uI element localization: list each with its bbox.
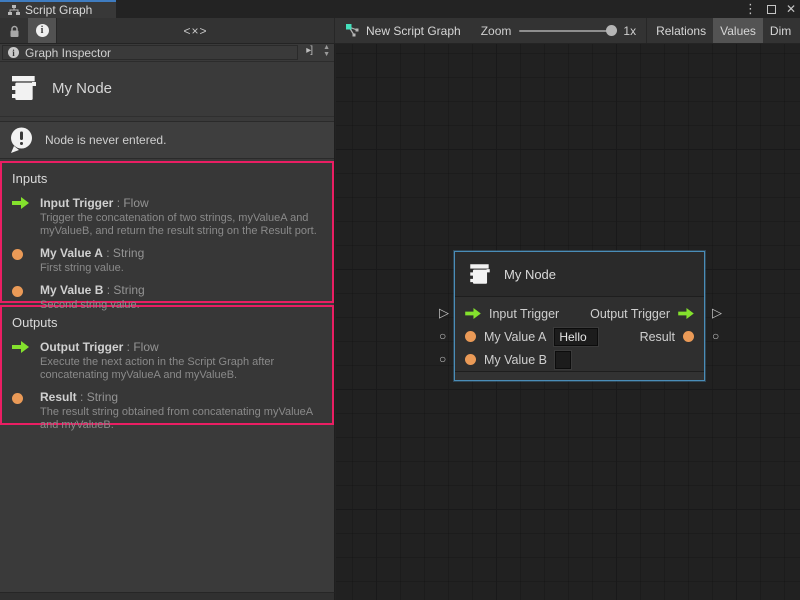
tab-script-graph[interactable]: Script Graph xyxy=(0,0,116,18)
inspector-toggle-button[interactable]: i xyxy=(28,18,56,43)
inputs-section: Inputs Input Trigger : Flow Trigger the … xyxy=(0,161,334,303)
graph-tab-icon xyxy=(8,5,20,16)
value-port-icon xyxy=(12,249,23,260)
section-heading: Inputs xyxy=(12,171,322,186)
zoom-slider[interactable] xyxy=(519,30,615,32)
value-port-icon xyxy=(12,393,23,404)
value-in-port-icon[interactable] xyxy=(465,354,476,365)
new-script-graph-button[interactable]: New Script Graph xyxy=(335,18,471,43)
scroll-down-icon[interactable]: ▼ xyxy=(323,51,330,58)
tab-strip: Script Graph ⋮ ✕ xyxy=(0,0,800,18)
port-doc-my-value-a: My Value A : String First string value. xyxy=(12,246,322,275)
unit-node-icon xyxy=(8,72,40,104)
outputs-section: Outputs Output Trigger : Flow Execute th… xyxy=(0,305,334,425)
port-doc-input-trigger: Input Trigger : Flow Trigger the concate… xyxy=(12,196,322,238)
node-header[interactable]: My Node xyxy=(455,252,704,297)
flow-arrow-icon xyxy=(12,341,29,353)
maximize-icon[interactable] xyxy=(767,5,776,14)
value-in-port-icon[interactable] xyxy=(465,331,476,342)
external-flow-output-port[interactable]: ▷ xyxy=(712,306,722,319)
my-value-a-field[interactable] xyxy=(554,328,598,346)
info-icon: i xyxy=(8,47,19,58)
port-label: Output Trigger xyxy=(590,307,670,321)
new-script-graph-label: New Script Graph xyxy=(366,24,461,38)
flow-out-port-icon[interactable] xyxy=(678,308,694,319)
external-value-output-port[interactable]: ○ xyxy=(712,330,719,343)
menu-kebab-icon[interactable]: ⋮ xyxy=(744,1,757,17)
flow-arrow-icon xyxy=(12,197,29,209)
relations-button[interactable]: Relations xyxy=(649,18,713,43)
value-port-icon xyxy=(12,286,23,297)
lock-icon xyxy=(8,24,21,38)
graph-canvas[interactable]: ▷ ○ ○ ▷ ○ My Node Input Trigger xyxy=(336,44,800,600)
graph-inspector-panel: i Graph Inspector ▸] ▲ ▼ My Node Node is… xyxy=(0,44,335,592)
inspected-node-header: My Node xyxy=(0,62,334,117)
unit-node-icon xyxy=(467,261,493,287)
scroll-up-icon[interactable]: ▲ xyxy=(323,44,330,51)
external-flow-input-port[interactable]: ▷ xyxy=(439,306,449,319)
port-label: Result xyxy=(640,330,675,344)
section-heading: Outputs xyxy=(12,315,322,330)
inspected-node-title: My Node xyxy=(52,80,112,97)
warning-text: Node is never entered. xyxy=(45,133,166,147)
values-button[interactable]: Values xyxy=(713,18,763,43)
inspector-header: i Graph Inspector ▸] ▲ ▼ xyxy=(0,44,334,62)
zoom-label: Zoom xyxy=(481,24,512,38)
port-label: Input Trigger xyxy=(489,307,559,321)
flow-in-port-icon[interactable] xyxy=(465,308,481,319)
node-title: My Node xyxy=(504,267,556,282)
external-value-input-port[interactable]: ○ xyxy=(439,330,446,343)
external-value-input-port[interactable]: ○ xyxy=(439,353,446,366)
panel-footer xyxy=(0,592,335,600)
toolbar: i <×> New Script Graph Zoom 1x Relations… xyxy=(0,18,800,44)
dim-button[interactable]: Dim xyxy=(763,18,798,43)
value-out-port-icon[interactable] xyxy=(683,331,694,342)
port-doc-result: Result : String The result string obtain… xyxy=(12,390,322,432)
script-graph-icon xyxy=(345,23,360,38)
my-value-b-field[interactable] xyxy=(555,351,571,369)
node-footer xyxy=(455,371,704,380)
tab-label: Script Graph xyxy=(25,3,92,17)
zoom-slider-handle[interactable] xyxy=(606,25,617,36)
inspector-title: Graph Inspector xyxy=(25,46,111,60)
inspector-title-box[interactable]: i Graph Inspector xyxy=(2,45,298,60)
warning-bubble-icon xyxy=(8,126,35,154)
zoom-value: 1x xyxy=(623,24,636,38)
lock-button[interactable] xyxy=(0,18,28,43)
close-icon[interactable]: ✕ xyxy=(786,2,796,16)
warning-box: Node is never entered. xyxy=(0,121,334,159)
dock-panel-icon[interactable]: ▸] xyxy=(306,45,312,56)
code-icon: <×> xyxy=(183,24,207,38)
code-view-button[interactable]: <×> xyxy=(57,18,334,43)
my-node-unit[interactable]: My Node Input Trigger Output Trigger xyxy=(454,251,705,381)
port-label: My Value B xyxy=(484,353,547,367)
port-label: My Value A xyxy=(484,330,546,344)
port-doc-output-trigger: Output Trigger : Flow Execute the next a… xyxy=(12,340,322,382)
info-icon: i xyxy=(36,24,49,37)
